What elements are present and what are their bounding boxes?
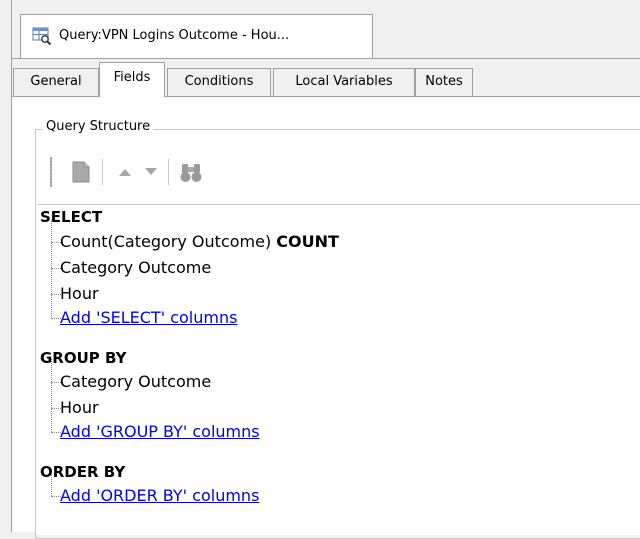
tab-local-variables[interactable]: Local Variables	[273, 68, 415, 96]
find-button[interactable]	[178, 159, 204, 185]
add-order-by-columns-link[interactable]: Add 'ORDER BY' columns	[60, 484, 259, 508]
select-node[interactable]: SELECT	[40, 205, 102, 229]
tab-general-label: General	[30, 74, 82, 89]
move-up-button[interactable]	[112, 159, 138, 185]
tab-fields[interactable]: Fields	[99, 62, 165, 97]
document-tab-strip: Query:VPN Logins Outcome - Hou...	[12, 0, 640, 59]
query-table-icon	[32, 27, 52, 46]
toolbar-separator-2	[168, 159, 169, 185]
query-structure-tree[interactable]: SELECT Count(Category Outcome) COUNT Cat…	[37, 204, 640, 535]
document-button[interactable]	[68, 159, 94, 185]
arrow-down-icon	[145, 168, 157, 175]
tab-local-variables-label: Local Variables	[295, 74, 393, 89]
query-structure-label: Query Structure	[43, 119, 154, 134]
group-by-item[interactable]: Hour	[60, 396, 99, 420]
tab-general[interactable]: General	[13, 68, 99, 96]
arrow-up-icon	[119, 169, 131, 176]
group-by-node[interactable]: GROUP BY	[40, 346, 126, 370]
select-item[interactable]: Count(Category Outcome) COUNT	[60, 230, 339, 254]
group-by-item[interactable]: Category Outcome	[60, 370, 211, 394]
toolbar-grip[interactable]	[50, 157, 52, 187]
add-group-by-columns-link[interactable]: Add 'GROUP BY' columns	[60, 420, 260, 444]
order-by-node[interactable]: ORDER BY	[40, 460, 125, 484]
toolbar-separator	[102, 159, 103, 185]
move-down-button[interactable]	[138, 159, 164, 185]
document-tab-title: Query:VPN Logins Outcome - Hou...	[59, 28, 290, 43]
select-item-expr: Count(Category Outcome)	[60, 232, 272, 251]
query-toolbar	[36, 151, 640, 193]
tab-conditions[interactable]: Conditions	[167, 68, 271, 96]
document-icon	[72, 161, 90, 183]
query-document: Query:VPN Logins Outcome - Hou... Genera…	[12, 0, 640, 539]
binoculars-icon	[180, 164, 202, 182]
select-item[interactable]: Hour	[60, 282, 99, 306]
tab-notes-label: Notes	[425, 74, 463, 89]
select-item-alias: COUNT	[276, 232, 339, 251]
tab-fields-label: Fields	[113, 70, 151, 85]
add-select-columns-link[interactable]: Add 'SELECT' columns	[60, 306, 237, 330]
document-tab[interactable]: Query:VPN Logins Outcome - Hou...	[20, 14, 373, 58]
fields-panel: Query Structure SELECT Count(Category Ou…	[12, 97, 640, 539]
tab-conditions-label: Conditions	[184, 74, 254, 89]
left-border	[0, 0, 12, 532]
select-item[interactable]: Category Outcome	[60, 256, 211, 280]
tab-notes[interactable]: Notes	[415, 68, 473, 96]
